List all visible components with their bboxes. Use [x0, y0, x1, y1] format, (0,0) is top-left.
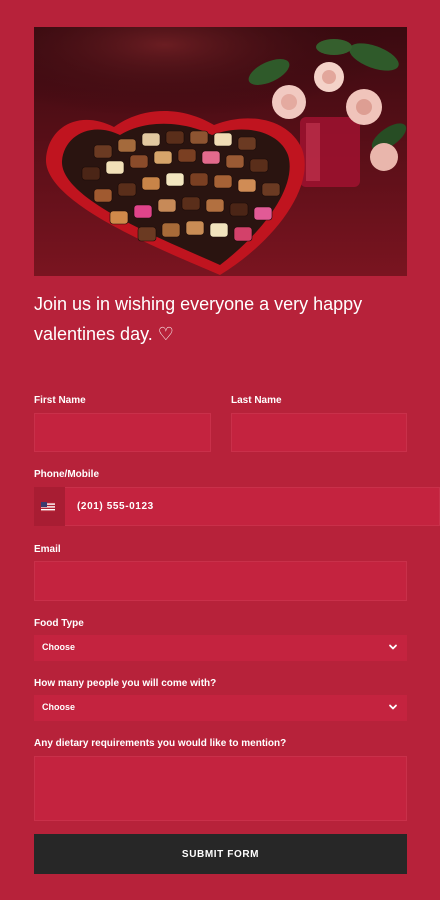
phone-label: Phone/Mobile — [34, 469, 99, 480]
us-flag-icon — [41, 502, 55, 512]
people-count-label: How many people you will come with? — [34, 678, 217, 689]
last-name-label: Last Name — [231, 395, 282, 406]
email-field[interactable] — [34, 561, 407, 601]
hero-image — [34, 27, 407, 276]
first-name-field[interactable] — [34, 413, 211, 452]
food-type-value: Choose — [42, 642, 76, 652]
chevron-down-icon — [389, 644, 397, 650]
page-headline: Join us in wishing everyone a very happy… — [34, 294, 363, 344]
food-type-label: Food Type — [34, 618, 84, 629]
email-label: Email — [34, 544, 61, 555]
phone-value: (201) 555-0123 — [77, 501, 154, 512]
chocolate-box-illustration — [34, 27, 407, 276]
chevron-down-icon — [389, 704, 397, 710]
last-name-field[interactable] — [231, 413, 407, 452]
food-type-select[interactable]: Choose — [34, 635, 407, 661]
submit-button[interactable]: SUBMIT FORM — [34, 834, 407, 874]
first-name-label: First Name — [34, 395, 86, 406]
dietary-label: Any dietary requirements you would like … — [34, 738, 287, 749]
people-count-select[interactable]: Choose — [34, 695, 407, 721]
dietary-textarea[interactable] — [34, 756, 407, 821]
country-selector[interactable] — [34, 487, 65, 526]
people-count-value: Choose — [42, 702, 76, 712]
